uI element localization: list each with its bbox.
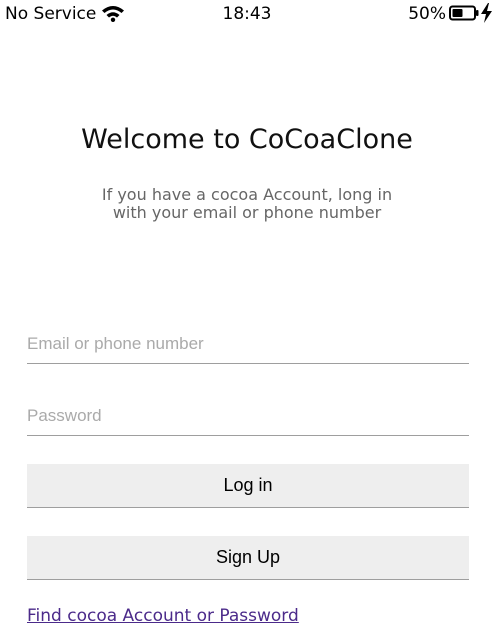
battery-percent: 50% xyxy=(408,4,446,24)
page-subtitle: If you have a cocoa Account, long in wit… xyxy=(101,185,393,222)
page-title: Welcome to CoCoaClone xyxy=(81,124,413,155)
status-bar: No Service 18:43 50% xyxy=(0,0,494,28)
charging-bolt-icon xyxy=(481,3,492,23)
find-account-link[interactable]: Find cocoa Account or Password xyxy=(27,605,299,627)
battery-icon xyxy=(449,5,479,21)
email-field[interactable] xyxy=(27,324,469,364)
login-button[interactable]: Log in xyxy=(27,464,469,508)
signup-button[interactable]: Sign Up xyxy=(27,536,469,580)
password-field[interactable] xyxy=(27,396,469,436)
